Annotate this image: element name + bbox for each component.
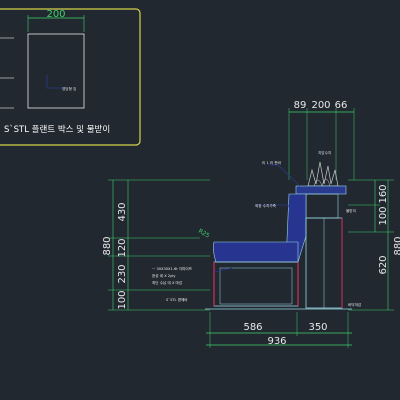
detail-leader [46,75,62,89]
note-base-3: 최단 수납 데 X 마감 [152,280,183,285]
left-dimensions: 430 120 230 100 880 [102,179,210,311]
detail-width-label: 200 [46,9,65,20]
right-dim-2: 100 [378,206,389,225]
top-dim-1: 89 [294,100,307,111]
note-base-1: ㅡ 30X30X1.6t 각파이프 [152,266,193,271]
right-total: 620 [378,255,389,274]
right-dim-1: 160 [378,184,389,203]
detail-note: 영당형 잉 [62,86,76,91]
note-back-top: 지압수지 [318,150,331,155]
top-dim-3: 66 [335,100,348,111]
left-total: 880 [102,236,113,255]
top-dimensions: 89 200 66 [288,100,355,180]
right-dimensions: 160 100 620 880 [348,179,400,311]
left-dim-4: 100 [117,290,128,309]
seat-cushion [213,241,299,263]
bottom-dim-2: 350 [308,322,327,333]
note-base-5: 바닥마감 [348,302,362,307]
note-base-2: 완성 데 X 2ply [152,273,176,278]
right-total-upper: 880 [393,236,400,255]
plant-box [295,185,347,195]
bottom-dimensions: 586 350 936 [206,312,352,348]
bottom-dim-1: 586 [243,322,262,333]
bottom-total: 936 [267,336,286,347]
left-dim-3: 230 [117,264,128,283]
detail-panel: 200 영당형 잉 S`STL 플랜트 박스 및 물받이 [0,8,141,146]
left-dim-2: 120 [117,238,128,257]
left-dim-1: 430 [117,202,128,221]
note-base-4: S`STL 편헤바 [166,297,188,302]
cad-drawing: 200 영당형 잉 S`STL 플랜트 박스 및 물받이 89 … [0,8,400,348]
sofa-section: R25 리 1 리 판바 지압수지 외장 수지가죽 물받이 ㅡ 30X30X1.… [152,150,362,310]
note-back-label: 외장 수지가죽 [255,203,277,208]
note-plant-top: 리 1 리 판바 [262,160,282,165]
top-dim-2: 200 [311,100,330,111]
seat-base [213,261,299,307]
plant-tray [305,193,339,219]
note-plant-side: 물받이 [346,208,356,213]
plant-box-elevation [27,33,85,109]
detail-title: S`STL 플랜트 박스 및 물받이 [4,124,110,135]
